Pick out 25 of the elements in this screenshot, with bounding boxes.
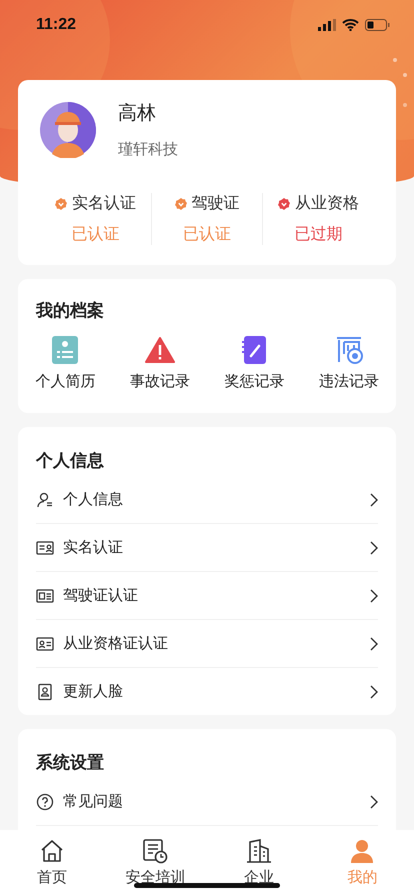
- status-time: 11:22: [36, 16, 76, 34]
- user-name: 高林: [118, 101, 157, 126]
- tab[interactable]: 企业: [207, 838, 310, 887]
- archive-item[interactable]: 违法记录: [318, 372, 379, 391]
- tab[interactable]: 首页: [0, 838, 104, 887]
- company-name: 瑾轩科技: [118, 140, 178, 159]
- menu-item[interactable]: 实名认证: [63, 538, 370, 557]
- section-title: 系统设置: [36, 752, 105, 774]
- certification-label: 实名认证: [72, 193, 136, 214]
- menu-item[interactable]: 更新人脸: [63, 682, 370, 701]
- archive-item[interactable]: 个人简历: [35, 372, 96, 391]
- section-title: 个人信息: [36, 450, 105, 472]
- menu-item[interactable]: 个人信息: [63, 490, 370, 509]
- certification-status: 已过期: [294, 224, 343, 245]
- certification-status: 已认证: [71, 224, 120, 245]
- archive-item[interactable]: 事故记录: [130, 372, 190, 391]
- archive-item[interactable]: 奖惩记录: [224, 372, 284, 391]
- certification-label: 从业资格: [295, 193, 360, 214]
- certification-label: 驾驶证: [192, 193, 240, 214]
- menu-item[interactable]: 驾驶证认证: [63, 586, 370, 605]
- tab[interactable]: 安全培训: [104, 838, 207, 887]
- certification-status: 已认证: [183, 224, 231, 245]
- menu-item[interactable]: 常见问题: [63, 792, 370, 811]
- menu-item[interactable]: 从业资格证认证: [63, 634, 370, 653]
- section-title: 我的档案: [34, 300, 105, 322]
